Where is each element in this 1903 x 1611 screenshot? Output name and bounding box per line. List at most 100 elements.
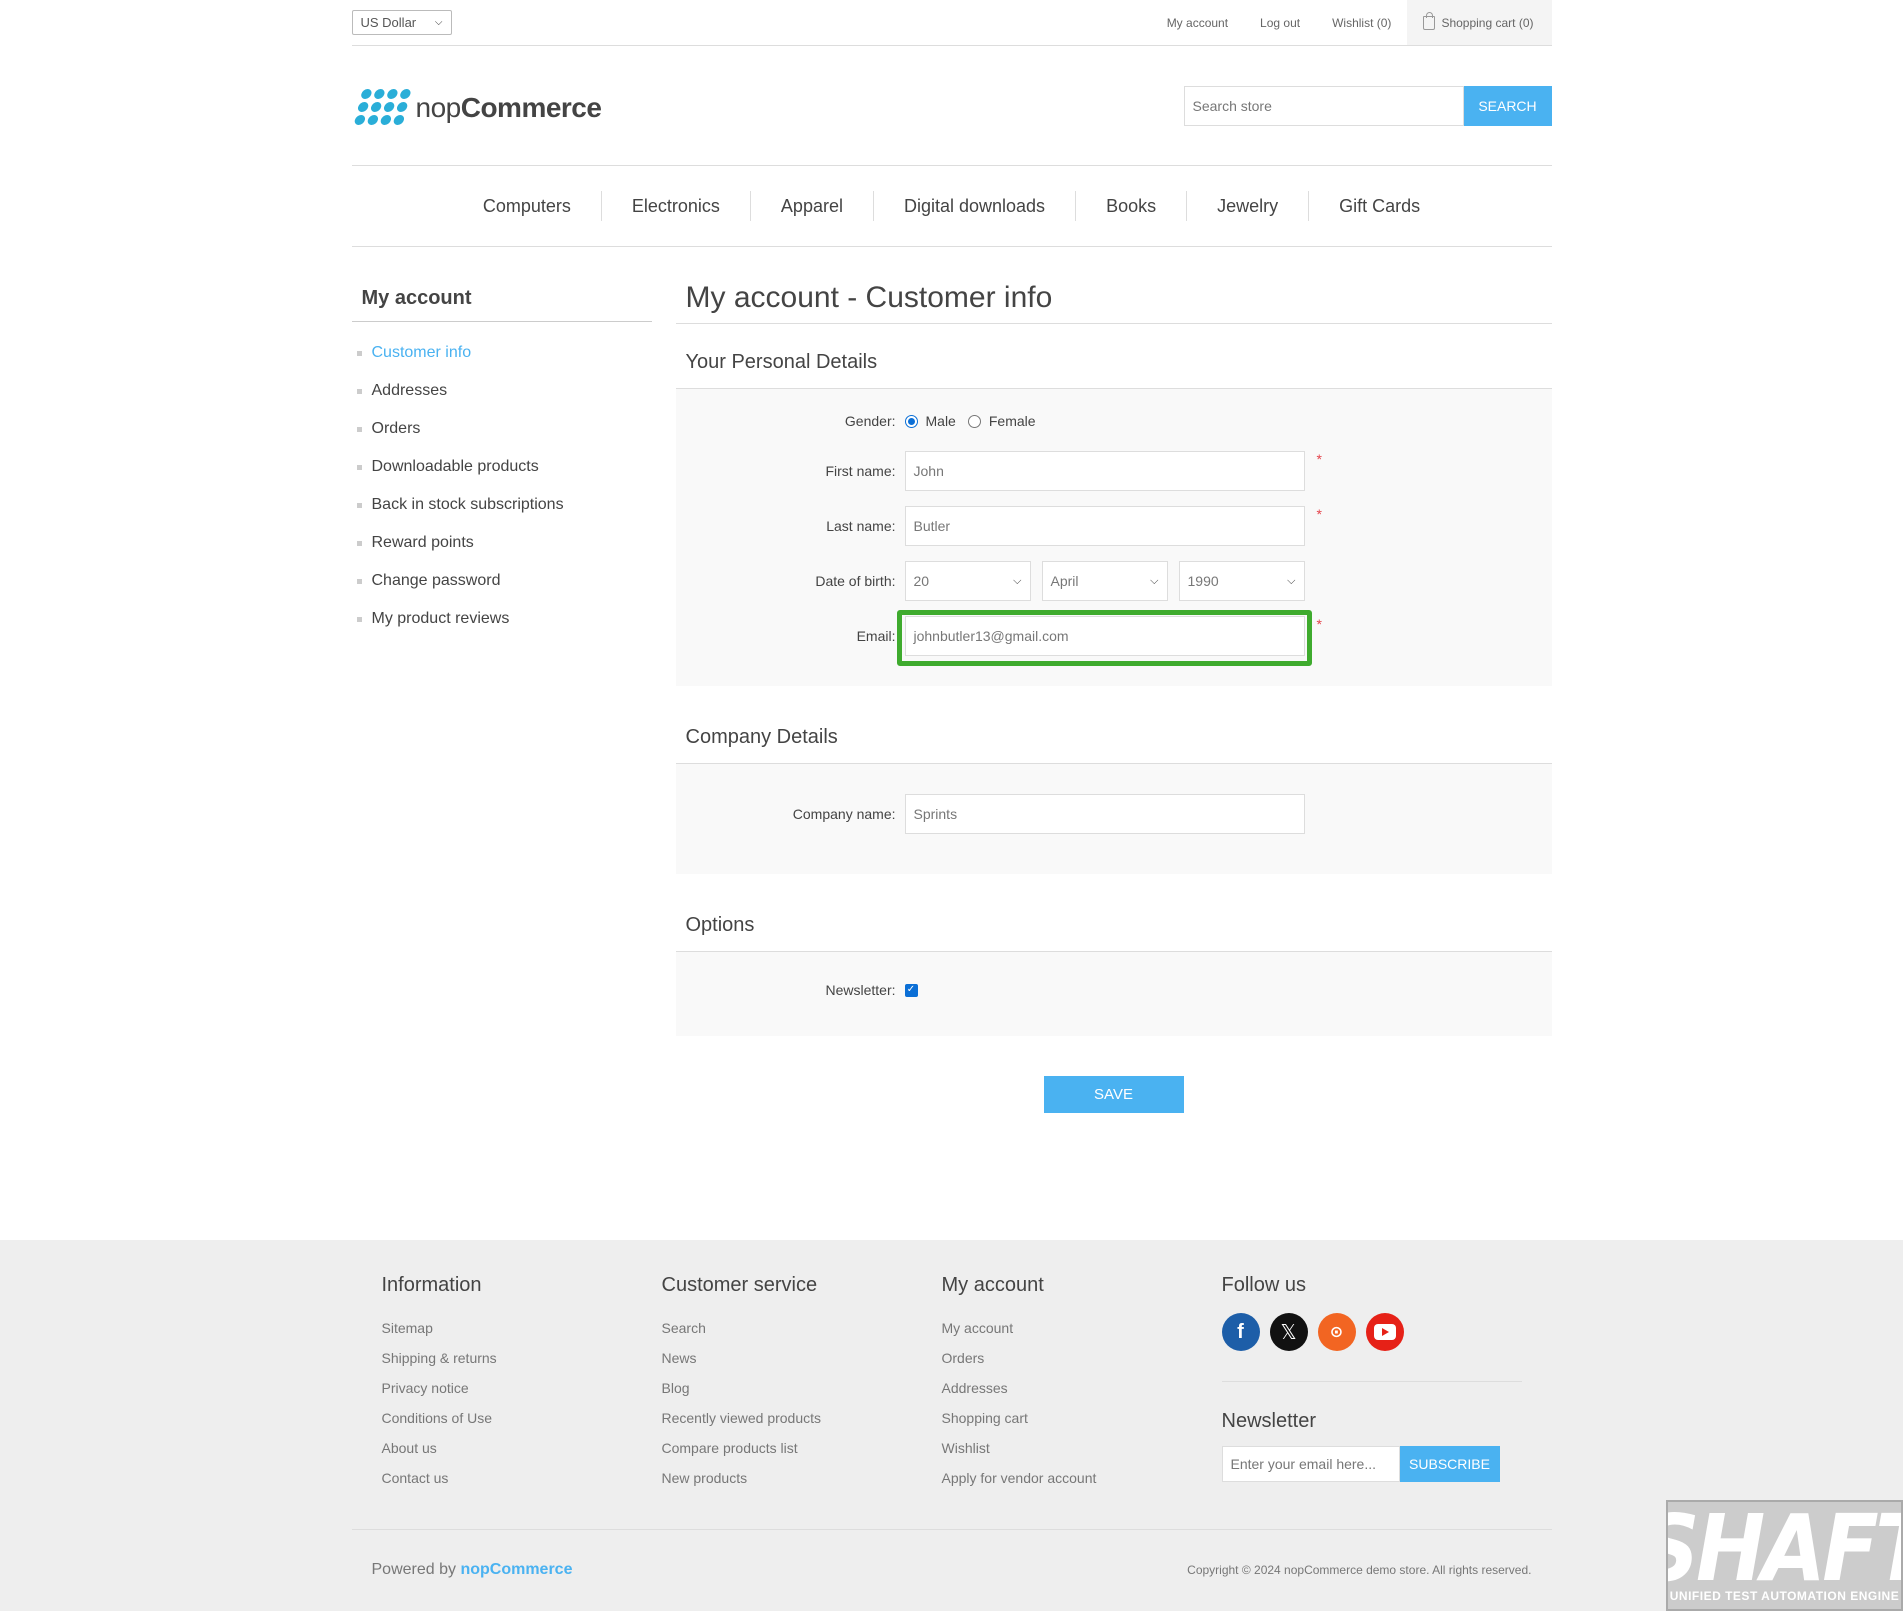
company-name-label: Company name: [792,806,896,822]
dob-month-select[interactable]: April ⌵ [1041,561,1168,601]
footer-link-compare[interactable]: Compare products list [662,1433,942,1463]
footer: Information Sitemap Shipping & returns P… [0,1240,1903,1611]
newsletter-row: Newsletter: ✓ [676,980,1552,1000]
footer-link-search[interactable]: Search [662,1313,942,1343]
footer-link-blog[interactable]: Blog [662,1373,942,1403]
powered-by-link[interactable]: nopCommerce [460,1561,572,1578]
menu-item-gift-cards[interactable]: Gift Cards [1308,191,1450,221]
last-name-label: Last name: [826,518,896,534]
currency-value: US Dollar [360,15,417,30]
footer-link-conditions[interactable]: Conditions of Use [382,1403,662,1433]
facebook-icon[interactable]: f [1221,1313,1260,1351]
gender-female-radio[interactable] [967,414,981,428]
company-details-title: Company Details [675,686,1552,764]
youtube-icon[interactable] [1365,1313,1404,1351]
last-name-input[interactable]: Butler [904,506,1305,546]
top-menu: Computers Electronics Apparel Digital do… [351,165,1552,247]
sidebar-title: My account [351,271,652,322]
dob-year-select[interactable]: 1990 ⌵ [1178,561,1305,601]
footer-my-account: My account My account Orders Addresses S… [942,1274,1222,1493]
sidebar-item-change-password[interactable]: Change password [352,562,652,600]
copyright: Copyright © 2024 nopCommerce demo store.… [1187,1562,1532,1577]
footer-link-news[interactable]: News [662,1343,942,1373]
first-name-row: First name: John * [676,451,1552,491]
shaft-watermark: SHAFT UNIFIED TEST AUTOMATION ENGINE [1666,1500,1903,1611]
company-name-row: Company name: Sprints [676,794,1552,834]
sidebar-item-orders[interactable]: Orders [352,410,652,448]
gender-row: Gender: Male Female [676,411,1552,431]
footer-follow-title: Follow us [1221,1274,1306,1296]
footer-link-privacy[interactable]: Privacy notice [382,1373,662,1403]
footer-link-wishlist[interactable]: Wishlist [942,1433,1222,1463]
personal-details-fieldset: Gender: Male Female First name: John * L… [675,389,1552,686]
menu-item-computers[interactable]: Computers [453,191,601,221]
required-marker: * [1316,616,1322,632]
sidebar-item-downloadable-products[interactable]: Downloadable products [352,448,652,486]
header-link-my-account[interactable]: My account [1151,0,1244,45]
x-icon[interactable]: 𝕏 [1269,1313,1308,1351]
footer-information-title: Information [381,1274,482,1296]
options-fieldset: Newsletter: ✓ [675,952,1552,1036]
sidebar-item-back-in-stock[interactable]: Back in stock subscriptions [352,486,652,524]
footer-link-about[interactable]: About us [382,1433,662,1463]
footer-link-orders[interactable]: Orders [942,1343,1222,1373]
newsletter-checkbox[interactable]: ✓ [904,983,918,997]
sidebar-item-customer-info[interactable]: Customer info [352,334,652,372]
shopping-bag-icon [1423,11,1436,30]
gender-female-label[interactable]: Female [989,413,1036,429]
dob-month-value: April [1050,573,1079,589]
store-logo[interactable]: nopCommerce [352,89,602,126]
menu-item-jewelry[interactable]: Jewelry [1186,191,1308,221]
currency-select[interactable]: US Dollar ⌵ [351,10,452,35]
footer-customer-service: Customer service Search News Blog Recent… [662,1274,942,1493]
header-link-logout[interactable]: Log out [1244,0,1316,45]
footer-link-recently-viewed[interactable]: Recently viewed products [662,1403,942,1433]
search-input[interactable]: Search store [1183,85,1464,126]
footer-link-new-products[interactable]: New products [662,1463,942,1493]
footer-columns: Information Sitemap Shipping & returns P… [352,1240,1552,1493]
page-container: US Dollar ⌵ My account Log out Wishlist … [351,0,1552,1193]
newsletter-title: Newsletter [1221,1410,1316,1432]
header-links: My account Log out Wishlist (0) Shopping… [1151,0,1552,45]
rss-icon[interactable]: ⊙ [1317,1313,1356,1351]
header-lower: nopCommerce Search store Search [352,46,1552,165]
footer-customer-service-title: Customer service [661,1274,818,1296]
save-wrap: Save [676,1036,1552,1193]
footer-link-addresses[interactable]: Addresses [942,1373,1222,1403]
first-name-input[interactable]: John [904,451,1305,491]
footer-link-shipping[interactable]: Shipping & returns [382,1343,662,1373]
dob-day-value: 20 [913,573,930,589]
menu-item-electronics[interactable]: Electronics [600,191,750,221]
footer-link-shopping-cart[interactable]: Shopping cart [942,1403,1222,1433]
gender-label: Gender: [844,413,896,429]
gender-male-label[interactable]: Male [926,413,956,429]
chevron-down-icon: ⌵ [1287,574,1296,587]
gender-male-radio[interactable] [904,414,918,428]
search-button[interactable]: Search [1463,85,1552,126]
sidebar-item-addresses[interactable]: Addresses [352,372,652,410]
subscribe-button[interactable]: Subscribe [1399,1446,1500,1482]
sidebar-item-reward-points[interactable]: Reward points [352,524,652,562]
footer-link-my-account[interactable]: My account [942,1313,1222,1343]
newsletter-email-input[interactable]: Enter your email here... [1221,1446,1400,1482]
email-input[interactable]: johnbutler13@gmail.com [904,616,1305,656]
menu-item-apparel[interactable]: Apparel [749,191,873,221]
sidebar-item-product-reviews[interactable]: My product reviews [352,600,652,638]
company-name-input[interactable]: Sprints [904,794,1305,834]
menu-item-digital-downloads[interactable]: Digital downloads [872,191,1075,221]
dob-label: Date of birth: [815,573,896,589]
required-marker: * [1316,506,1322,522]
header-link-shopping-cart[interactable]: Shopping cart (0) [1407,0,1552,45]
dob-day-select[interactable]: 20 ⌵ [904,561,1031,601]
footer-divider [1221,1381,1522,1382]
footer-link-vendor[interactable]: Apply for vendor account [942,1463,1222,1493]
footer-link-contact[interactable]: Contact us [382,1463,662,1493]
menu-item-books[interactable]: Books [1075,191,1186,221]
dob-row: Date of birth: 20 ⌵ April ⌵ 1990 ⌵ [676,561,1552,601]
gender-options: Male Female [904,413,1036,429]
save-button[interactable]: Save [1043,1076,1184,1113]
footer-link-sitemap[interactable]: Sitemap [382,1313,662,1343]
personal-details-title: Your Personal Details [675,324,1552,389]
header-link-wishlist[interactable]: Wishlist (0) [1316,0,1407,45]
email-row: Email: johnbutler13@gmail.com * [676,610,1552,666]
